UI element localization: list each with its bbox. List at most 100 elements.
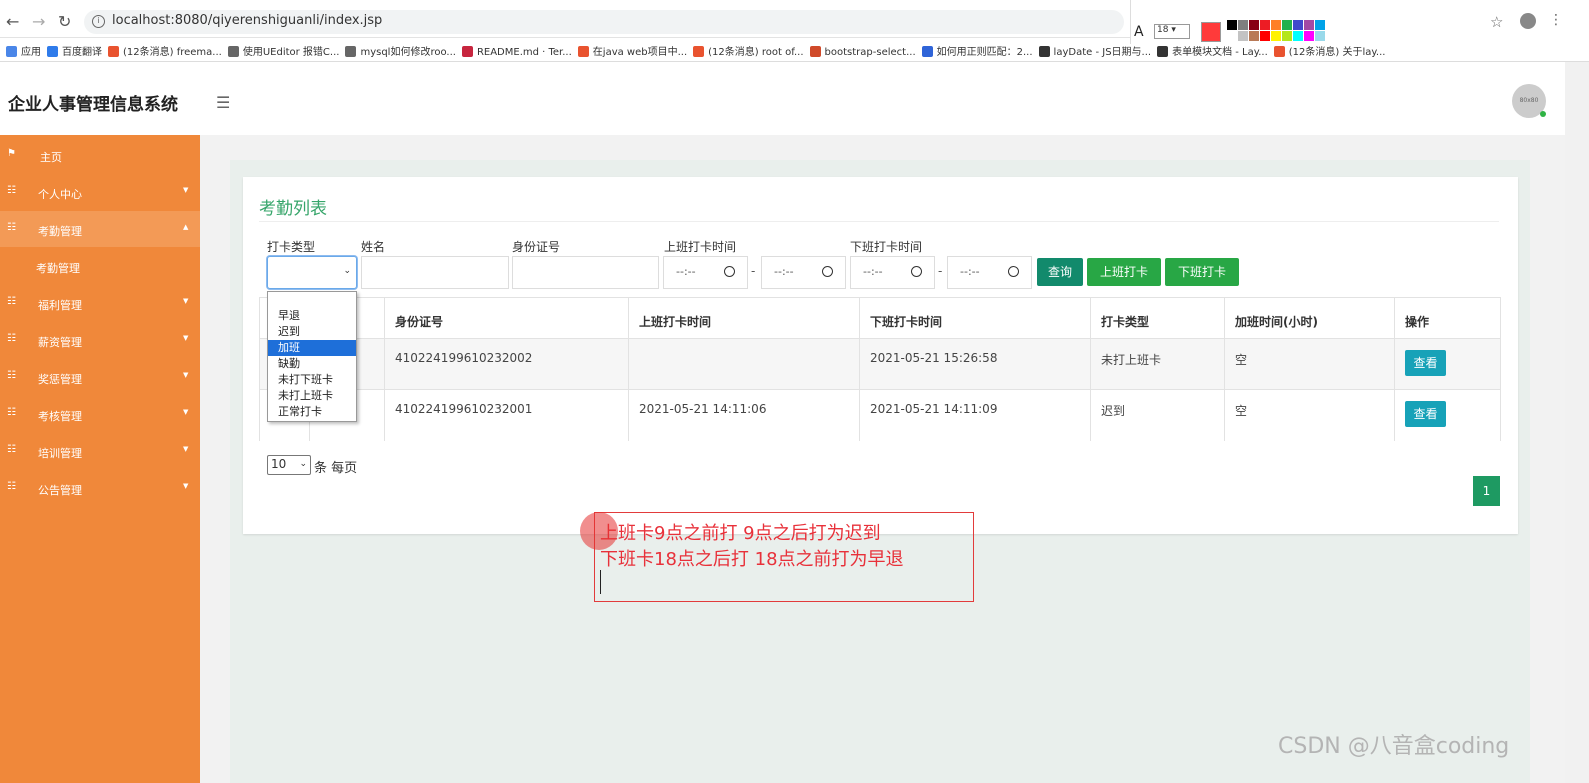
dropdown-option[interactable]: 未打上班卡 bbox=[268, 388, 356, 404]
chevron-down-icon: ⌄ bbox=[343, 266, 351, 276]
bookmark-item[interactable]: 百度翻译 bbox=[47, 43, 102, 58]
palette-swatch[interactable] bbox=[1304, 20, 1314, 30]
font-size-select[interactable]: 18 ▾ bbox=[1154, 24, 1190, 39]
name-input[interactable] bbox=[361, 256, 509, 289]
hamburger-menu-icon[interactable]: ☰ bbox=[216, 93, 230, 112]
id-number-input[interactable] bbox=[512, 256, 659, 289]
reload-icon[interactable]: ↻ bbox=[58, 12, 71, 31]
sidebar-item[interactable]: ☷ 个人中心 ▼ bbox=[0, 174, 200, 210]
page-button-1[interactable]: 1 bbox=[1473, 476, 1500, 506]
bookmark-item[interactable]: 表单模块文档 - Lay... bbox=[1157, 43, 1268, 58]
page-scrollbar[interactable] bbox=[1565, 62, 1589, 783]
flag-icon: ⚑ bbox=[7, 148, 16, 159]
sidebar-item-label: 公告管理 bbox=[38, 484, 82, 497]
sidebar-item[interactable]: 考勤管理 bbox=[0, 248, 200, 284]
bookmark-item[interactable]: (12条消息) freema... bbox=[108, 43, 222, 58]
view-button[interactable]: 查看 bbox=[1405, 401, 1446, 427]
grid-icon: ☷ bbox=[7, 296, 16, 307]
view-button[interactable]: 查看 bbox=[1405, 350, 1446, 376]
table-row: 410224199610232002 2021-05-21 15:26:58 未… bbox=[260, 339, 1500, 390]
bookmark-item[interactable]: (12条消息) 关于lay... bbox=[1273, 43, 1385, 58]
info-icon[interactable]: i bbox=[92, 15, 105, 28]
sidebar-item[interactable]: ☷ 考核管理 ▼ bbox=[0, 396, 200, 432]
bookmark-item[interactable]: 应用 bbox=[6, 43, 41, 58]
palette-swatch[interactable] bbox=[1271, 31, 1281, 41]
sidebar-item-label: 考核管理 bbox=[38, 410, 82, 423]
palette-swatch[interactable] bbox=[1304, 31, 1314, 41]
bookmark-item[interactable]: 如何用正则匹配：2... bbox=[921, 43, 1033, 58]
bookmark-item[interactable]: mysql如何修改roo... bbox=[345, 43, 456, 58]
dropdown-option[interactable]: 加班 bbox=[268, 340, 356, 356]
type-label: 打卡类型 bbox=[267, 240, 316, 254]
bookmark-item[interactable]: bootstrap-select... bbox=[809, 46, 916, 58]
sidebar-item[interactable]: ☷ 奖惩管理 ▼ bbox=[0, 359, 200, 395]
sidebar-item[interactable]: ☷ 培训管理 ▼ bbox=[0, 433, 200, 469]
palette-swatch[interactable] bbox=[1249, 20, 1259, 30]
palette-swatch[interactable] bbox=[1315, 20, 1325, 30]
dropdown-option[interactable]: 未打下班卡 bbox=[268, 372, 356, 388]
palette-swatch[interactable] bbox=[1282, 20, 1292, 30]
clock-out-end-time[interactable]: --:-- bbox=[947, 256, 1032, 289]
header-cell: 上班打卡时间 bbox=[628, 298, 859, 338]
sidebar-item[interactable]: ☷ 公告管理 ▼ bbox=[0, 470, 200, 506]
font-icon[interactable]: A bbox=[1134, 24, 1144, 40]
clock-icon bbox=[911, 266, 922, 277]
forward-arrow-icon[interactable]: → bbox=[32, 12, 45, 31]
palette-swatch[interactable] bbox=[1282, 31, 1292, 41]
search-button[interactable]: 查询 bbox=[1037, 258, 1083, 286]
url-text: localhost:8080/qiyerenshiguanli/index.js… bbox=[112, 13, 383, 28]
id-cell: 410224199610232002 bbox=[384, 339, 628, 389]
bookmark-item[interactable]: 使用UEditor 报错C... bbox=[227, 43, 339, 58]
sidebar-item[interactable]: ☷ 薪资管理 ▼ bbox=[0, 322, 200, 358]
bookmark-item[interactable]: (12条消息) root of... bbox=[693, 43, 804, 58]
caret-down-icon: ▼ bbox=[183, 408, 189, 416]
id-cell: 410224199610232001 bbox=[384, 390, 628, 441]
range-separator: - bbox=[751, 264, 756, 278]
caret-down-icon: ▼ bbox=[183, 371, 189, 379]
bookmark-item[interactable]: 在java web项目中... bbox=[577, 43, 687, 58]
clock-icon bbox=[724, 266, 735, 277]
bookmark-item[interactable]: layDate - JS日期与... bbox=[1038, 43, 1151, 58]
address-bar[interactable]: i localhost:8080/qiyerenshiguanli/index.… bbox=[84, 10, 1124, 34]
clock-in-start-time[interactable]: --:-- bbox=[663, 256, 748, 289]
dropdown-option[interactable]: 早退 bbox=[268, 308, 356, 324]
clock-icon bbox=[1008, 266, 1019, 277]
sidebar-item[interactable]: ☷ 福利管理 ▼ bbox=[0, 285, 200, 321]
palette-swatch[interactable] bbox=[1260, 20, 1270, 30]
bookmark-item[interactable]: README.md · Ter... bbox=[461, 46, 572, 58]
palette-swatch[interactable] bbox=[1271, 20, 1281, 30]
profile-icon[interactable] bbox=[1520, 13, 1536, 29]
clock-in-cell: 2021-05-21 14:11:06 bbox=[628, 390, 859, 441]
clock-in-button[interactable]: 上班打卡 bbox=[1087, 258, 1161, 286]
sidebar-item[interactable]: ☷ 考勤管理 ▲ bbox=[0, 211, 200, 247]
grid-icon: ☷ bbox=[7, 185, 16, 196]
clock-out-time-label: 下班打卡时间 bbox=[850, 240, 923, 254]
dropdown-option[interactable]: 缺勤 bbox=[268, 356, 356, 372]
clock-out-cell: 2021-05-21 14:11:09 bbox=[859, 390, 1090, 441]
dropdown-option[interactable]: 正常打卡 bbox=[268, 404, 356, 420]
dropdown-option[interactable]: 迟到 bbox=[268, 324, 356, 340]
star-icon[interactable]: ☆ bbox=[1490, 13, 1503, 31]
clock-in-end-time[interactable]: --:-- bbox=[761, 256, 846, 289]
app-header: 企业人事管理信息系统 ☰ 80x80 bbox=[0, 62, 1565, 135]
palette-swatch[interactable] bbox=[1249, 31, 1259, 41]
range-separator: - bbox=[938, 264, 943, 278]
palette-swatch[interactable] bbox=[1315, 31, 1325, 41]
more-icon[interactable]: ⋮ bbox=[1549, 12, 1563, 28]
clock-out-start-time[interactable]: --:-- bbox=[850, 256, 935, 289]
active-color-swatch[interactable] bbox=[1201, 22, 1221, 42]
palette-swatch[interactable] bbox=[1293, 31, 1303, 41]
palette-swatch[interactable] bbox=[1238, 20, 1248, 30]
sidebar-item[interactable]: ⚑ 主页 bbox=[0, 137, 200, 173]
overtime-cell: 空 bbox=[1224, 339, 1394, 389]
page-size-select[interactable]: 10 ⌄ bbox=[267, 455, 311, 475]
palette-swatch[interactable] bbox=[1260, 31, 1270, 41]
palette-swatch[interactable] bbox=[1238, 31, 1248, 41]
clock-out-button[interactable]: 下班打卡 bbox=[1165, 258, 1239, 286]
palette-swatch[interactable] bbox=[1293, 20, 1303, 30]
bookmark-icon bbox=[1273, 46, 1285, 57]
palette-swatch[interactable] bbox=[1227, 20, 1237, 30]
back-arrow-icon[interactable]: ← bbox=[6, 12, 19, 31]
type-select[interactable]: ⌄ bbox=[267, 256, 357, 289]
palette-swatch[interactable] bbox=[1227, 31, 1237, 41]
